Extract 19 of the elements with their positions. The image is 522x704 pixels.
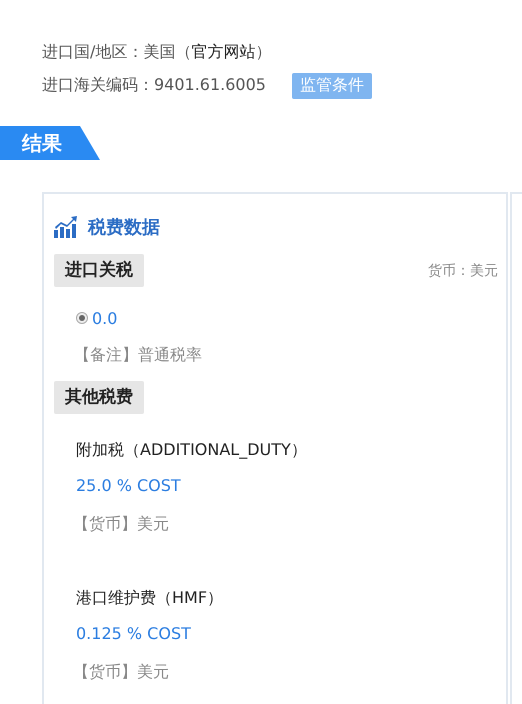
fee-currency: 【货币】美元 xyxy=(73,514,170,535)
fee-rate: 25.0 % COST xyxy=(76,476,182,497)
currency-label: 货币：美元 xyxy=(428,262,498,280)
bar-chart-icon xyxy=(54,216,78,238)
regulation-button[interactable]: 监管条件 xyxy=(292,72,372,98)
section-heading: 其他税费 xyxy=(54,381,144,414)
section-heading: 进口关税 xyxy=(54,254,144,287)
radio-button[interactable] xyxy=(76,312,88,324)
hs-code-text: 进口海关编码：9401.61.6005 xyxy=(42,75,266,96)
official-site-link[interactable]: 官方网站 xyxy=(191,42,256,61)
duty-rate: 0.0 xyxy=(92,308,118,328)
fee-currency: 【货币】美元 xyxy=(73,662,170,683)
rate-note: 【备注】普通税率 xyxy=(74,345,203,366)
import-country-text: 进口国/地区：美国（官方网站） xyxy=(42,42,272,63)
fee-rate: 0.125 % COST xyxy=(76,624,192,645)
fee-name: 港口维护费（HMF） xyxy=(76,588,224,609)
fee-name: 附加税（ADDITIONAL_DUTY） xyxy=(76,440,308,461)
result-tab[interactable]: 结果 xyxy=(0,126,100,160)
panel-title: 税费数据 xyxy=(88,216,160,239)
